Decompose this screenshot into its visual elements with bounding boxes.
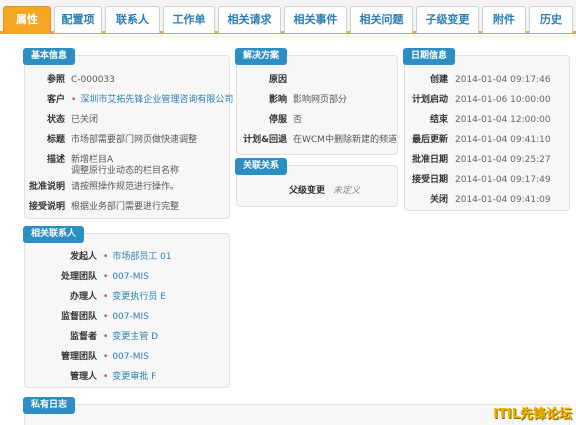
approval-note-label: 批准说明 (28, 182, 65, 192)
basic-info-title: 基本信息 (23, 48, 76, 65)
bullet-icon: • (103, 352, 109, 362)
closed-value: 2014-01-04 09:41:09 (455, 195, 551, 205)
tab-child-changes[interactable]: 子级变更 (416, 6, 479, 33)
bullet-icon: • (71, 95, 77, 105)
approval-note-value: 请按照操作规范进行操作。 (71, 182, 180, 192)
parent-change-label: 父级变更 (288, 186, 325, 196)
management-team-link[interactable]: 007-MIS (112, 352, 149, 362)
manager-link[interactable]: 变更审批 F (112, 372, 156, 382)
customer-link[interactable]: 深圳市艾拓先锋企业管理咨询有限公司 (80, 95, 233, 105)
dates-panel: 日期信息 创建 2014-01-04 09:17:46 计划启动 2014-01… (403, 48, 570, 211)
subject-value: 市场部需要部门网页做快速调整 (71, 135, 198, 145)
supervisor-link[interactable]: 变更主管 D (112, 332, 158, 342)
basic-info-panel: 基本信息 参照 C-000033 客户 • 深圳市艾拓先锋企业管理咨询有限公司 状… (23, 48, 233, 219)
last-updated-value: 2014-01-04 09:41:10 (455, 135, 551, 145)
contacts-panel: 相关联系人 发起人 • 市场部员工 01 处理团队 • 007-MIS 办理人 • 变… (23, 226, 230, 388)
manager-label: 管理人 (69, 372, 97, 382)
handler-link[interactable]: 变更执行员 E (112, 292, 166, 302)
tab-related-problems[interactable]: 相关问题 (350, 6, 413, 33)
management-team-label: 管理团队 (60, 352, 97, 362)
tab-contacts[interactable]: 联系人 (105, 6, 160, 33)
private-log-panel: 私有日志 (23, 397, 570, 425)
supervisor-label: 监督者 (69, 332, 97, 342)
initiator-label: 发起人 (69, 252, 97, 262)
last-updated-label: 最后更新 (411, 135, 448, 145)
bullet-icon: • (103, 332, 109, 342)
bullet-icon: • (103, 312, 109, 322)
ref-label: 参照 (46, 75, 65, 85)
contacts-title: 相关联系人 (23, 226, 85, 243)
tab-related-events[interactable]: 相关事件 (284, 6, 347, 33)
relation-title: 关联关系 (235, 158, 288, 175)
closed-label: 关闭 (429, 195, 448, 205)
subject-label: 标题 (46, 135, 65, 145)
cause-label: 原因 (268, 75, 287, 85)
bullet-icon: • (103, 252, 109, 262)
tab-bar: 属性 配置项 联系人 工作单 相关请求 相关事件 相关问题 子级变更 附件 历史 (0, 0, 576, 34)
accept-note-label: 接受说明 (28, 202, 65, 212)
solution-title: 解决方案 (235, 48, 288, 65)
status-value: 已关闭 (71, 115, 99, 125)
plan-rollback-value: 在WCM中删除新建的频道 (293, 135, 397, 145)
private-log-title: 私有日志 (23, 397, 76, 414)
tab-work-orders[interactable]: 工作单 (163, 6, 215, 33)
dates-title: 日期信息 (403, 48, 456, 65)
approved-date-value: 2014-01-04 09:25:27 (455, 155, 551, 165)
tab-related-requests[interactable]: 相关请求 (218, 6, 281, 33)
supervise-team-link[interactable]: 007-MIS (112, 312, 149, 322)
approved-date-label: 批准日期 (411, 155, 448, 165)
end-label: 结束 (429, 115, 448, 125)
accept-note-value: 根据业务部门需要进行完整 (71, 202, 180, 212)
outage-label: 停服 (268, 115, 287, 125)
created-label: 创建 (429, 75, 448, 85)
description-line-2: 调整原行业动态的栏目名称 (71, 166, 180, 176)
handle-team-label: 处理团队 (60, 272, 97, 282)
accepted-date-value: 2014-01-04 09:17:49 (455, 175, 551, 185)
bullet-icon: • (103, 292, 109, 302)
accepted-date-label: 接受日期 (411, 175, 448, 185)
relation-panel: 关联关系 父级变更 未定义 (235, 158, 398, 207)
plan-start-label: 计划启动 (411, 95, 448, 105)
tab-attributes[interactable]: 属性 (3, 6, 51, 33)
tab-history[interactable]: 历史 (529, 6, 573, 33)
outage-value: 否 (293, 115, 303, 125)
handler-label: 办理人 (69, 292, 97, 302)
bullet-icon: • (103, 272, 109, 282)
impact-value: 影响网页部分 (293, 95, 348, 105)
ref-value: C-000033 (71, 75, 115, 85)
tab-config-items[interactable]: 配置项 (54, 6, 102, 33)
bullet-icon: • (103, 372, 109, 382)
plan-start-value: 2014-01-06 10:00:00 (455, 95, 551, 105)
created-value: 2014-01-04 09:17:46 (455, 75, 551, 85)
parent-change-value: 未定义 (333, 186, 361, 196)
supervise-team-label: 监督团队 (60, 312, 97, 322)
end-value: 2014-01-04 12:00:00 (455, 115, 551, 125)
tab-attachments[interactable]: 附件 (482, 6, 526, 33)
handle-team-link[interactable]: 007-MIS (112, 272, 149, 282)
impact-label: 影响 (268, 95, 287, 105)
plan-rollback-label: 计划&回退 (243, 135, 287, 145)
status-label: 状态 (46, 115, 65, 125)
initiator-link[interactable]: 市场部员工 01 (112, 252, 171, 262)
customer-label: 客户 (46, 95, 65, 105)
watermark: ITIL先锋论坛 (493, 407, 572, 422)
solution-panel: 解决方案 原因 影响 影响网页部分 停服 否 计划&回退 在WCM中删除新建的频… (235, 48, 398, 155)
